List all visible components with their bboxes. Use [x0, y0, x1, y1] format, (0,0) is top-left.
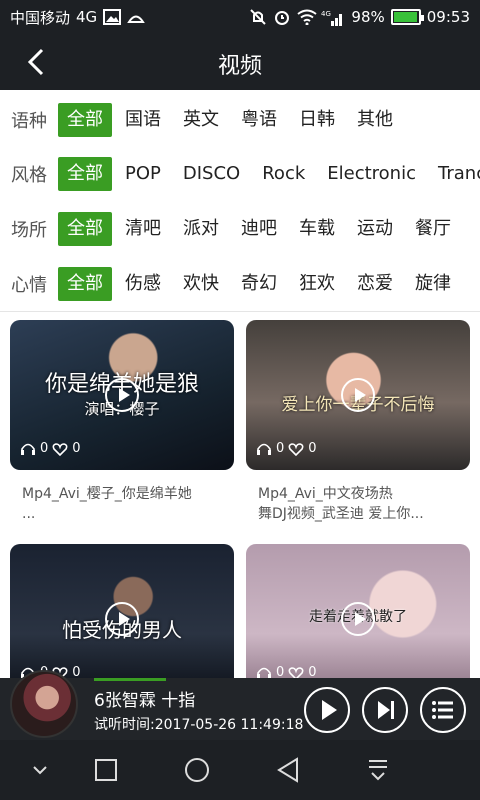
filter-chip[interactable]: 运动 — [346, 212, 404, 246]
filter-chip[interactable]: 日韩 — [288, 103, 346, 137]
signal-icon: 4G — [321, 9, 345, 26]
alarm-icon — [273, 9, 291, 25]
wifi-icon — [297, 9, 318, 26]
filter-chip-selected[interactable]: 全部 — [58, 267, 112, 301]
now-playing-title: 6张智霖 十指 — [94, 691, 196, 711]
heart-icon — [52, 442, 68, 456]
filter-chip[interactable]: 粤语 — [230, 103, 288, 137]
carrier-label: 中国移动 — [10, 8, 71, 27]
like-count: 0 — [72, 441, 81, 456]
listen-count: 0 — [276, 665, 285, 678]
headphones-icon — [257, 667, 271, 678]
listen-count: 0 — [40, 441, 49, 456]
clock: 09:53 — [426, 8, 470, 26]
video-stats: 0 0 — [20, 441, 81, 456]
listen-count: 0 — [276, 441, 285, 456]
filter-row-mood: 心情 全部 伤感 欢快 奇幻 狂欢 恋爱 旋律 — [0, 266, 462, 302]
mute-icon — [249, 9, 267, 25]
video-title[interactable]: Mp4_Avi_樱子_你是绵羊她 ... — [10, 484, 234, 524]
filter-chip[interactable]: 旋律 — [404, 267, 462, 301]
filter-chip[interactable]: 其他 — [346, 103, 404, 137]
filter-chip[interactable]: Tranc — [427, 157, 480, 191]
like-count: 0 — [308, 665, 317, 678]
battery-icon — [390, 9, 424, 25]
header-bar: 视频 — [0, 34, 480, 90]
home-icon[interactable] — [179, 752, 215, 788]
filter-label: 风格 — [11, 165, 47, 186]
play-icon[interactable] — [105, 602, 139, 636]
recent-apps-icon[interactable] — [88, 752, 124, 788]
video-title-line: 舞DJ视频_武圣迪 爱上你... — [258, 506, 424, 522]
filter-label: 语种 — [11, 111, 47, 132]
filter-chip[interactable]: 奇幻 — [230, 267, 288, 301]
video-thumbnail[interactable]: 走着走着就散了 0 0 — [246, 544, 470, 678]
trial-time: 试听时间:2017-05-26 11:49:18 — [94, 717, 304, 733]
video-card[interactable]: 你是绵羊她是狼 演唱：樱子 0 0 Mp4_Avi_樱子_你是绵羊她 ... — [10, 320, 234, 524]
video-stats: 0 0 — [256, 665, 317, 678]
video-title-line: Mp4_Avi_中文夜场热 — [258, 486, 393, 502]
video-card[interactable]: 走着走着就散了 0 0 — [246, 544, 470, 678]
filter-label: 场所 — [11, 220, 47, 241]
android-icon — [127, 9, 146, 25]
video-thumbnail[interactable]: 爱上你一辈子不后悔 0 0 — [246, 320, 470, 470]
video-thumbnail[interactable]: 你是绵羊她是狼 演唱：樱子 0 0 — [10, 320, 234, 470]
filter-chip[interactable]: 英文 — [172, 103, 230, 137]
image-icon — [103, 9, 122, 25]
filter-chip[interactable]: POP — [114, 157, 172, 191]
network-label: 4G — [76, 8, 98, 26]
playback-progress — [94, 678, 166, 681]
status-bar: 中国移动 4G 4G 98% 09:53 — [0, 0, 480, 34]
album-art[interactable] — [10, 670, 78, 738]
filter-label: 心情 — [11, 275, 47, 296]
play-icon[interactable] — [341, 378, 375, 412]
filter-row-style: 风格 全部 POP DISCO Rock Electronic Tranc — [0, 156, 480, 192]
video-card[interactable]: 爱上你一辈子不后悔 0 0 Mp4_Avi_中文夜场热 舞DJ视频_武圣迪 爱上… — [246, 320, 470, 524]
video-title[interactable]: Mp4_Avi_中文夜场热 舞DJ视频_武圣迪 爱上你... — [246, 484, 470, 524]
filter-chip[interactable]: Rock — [251, 157, 316, 191]
filter-chip-selected[interactable]: 全部 — [58, 212, 112, 246]
filter-chip[interactable]: 狂欢 — [288, 267, 346, 301]
battery-percent: 98% — [351, 8, 385, 26]
play-icon[interactable] — [105, 378, 139, 412]
video-card[interactable]: 怕受伤的男人 0 0 — [10, 544, 234, 678]
filter-chip[interactable]: 派对 — [172, 212, 230, 246]
video-title-line: Mp4_Avi_樱子_你是绵羊她 — [22, 486, 192, 502]
filter-chip-selected[interactable]: 全部 — [58, 103, 112, 137]
page-title: 视频 — [217, 54, 262, 79]
filter-chip[interactable]: 伤感 — [114, 267, 172, 301]
mini-player[interactable]: 6张智霖 十指 试听时间:2017-05-26 11:49:18 — [0, 670, 480, 740]
filter-chip[interactable]: 欢快 — [172, 267, 230, 301]
filter-chip[interactable]: Electronic — [316, 157, 427, 191]
filter-chip[interactable]: 恋爱 — [346, 267, 404, 301]
like-count: 0 — [308, 441, 317, 456]
filter-chip[interactable]: 国语 — [114, 103, 172, 137]
next-button[interactable] — [362, 687, 408, 733]
video-stats: 0 0 — [256, 441, 317, 456]
system-nav-bar — [0, 740, 480, 800]
filter-panel: 语种 全部 国语 英文 粤语 日韩 其他 风格 全部 POP DISCO Roc… — [0, 90, 480, 312]
heart-icon — [288, 442, 304, 456]
heart-icon — [288, 666, 304, 678]
video-grid: 你是绵羊她是狼 演唱：樱子 0 0 Mp4_Avi_樱子_你是绵羊她 ... 爱… — [0, 312, 480, 678]
filter-chip[interactable]: 餐厅 — [404, 212, 462, 246]
like-count: 0 — [72, 665, 81, 678]
filter-row-language: 语种 全部 国语 英文 粤语 日韩 其他 — [0, 102, 404, 138]
filter-chip[interactable]: 车载 — [288, 212, 346, 246]
filter-chip[interactable]: DISCO — [172, 157, 251, 191]
filter-chip[interactable]: 清吧 — [114, 212, 172, 246]
play-icon[interactable] — [341, 602, 375, 636]
chevron-down-icon[interactable] — [22, 752, 58, 788]
headphones-icon — [21, 443, 35, 455]
filter-chip-selected[interactable]: 全部 — [58, 157, 112, 191]
filter-row-venue: 场所 全部 清吧 派对 迪吧 车载 运动 餐厅 — [0, 211, 462, 247]
play-button[interactable] — [304, 687, 350, 733]
back-nav-icon[interactable] — [270, 752, 306, 788]
headphones-icon — [257, 443, 271, 455]
video-title-line: ... — [22, 506, 36, 522]
playlist-button[interactable] — [420, 687, 466, 733]
notification-pulldown-icon[interactable] — [360, 752, 396, 788]
svg-text:4G: 4G — [321, 10, 331, 18]
video-thumbnail[interactable]: 怕受伤的男人 0 0 — [10, 544, 234, 678]
filter-chip[interactable]: 迪吧 — [230, 212, 288, 246]
